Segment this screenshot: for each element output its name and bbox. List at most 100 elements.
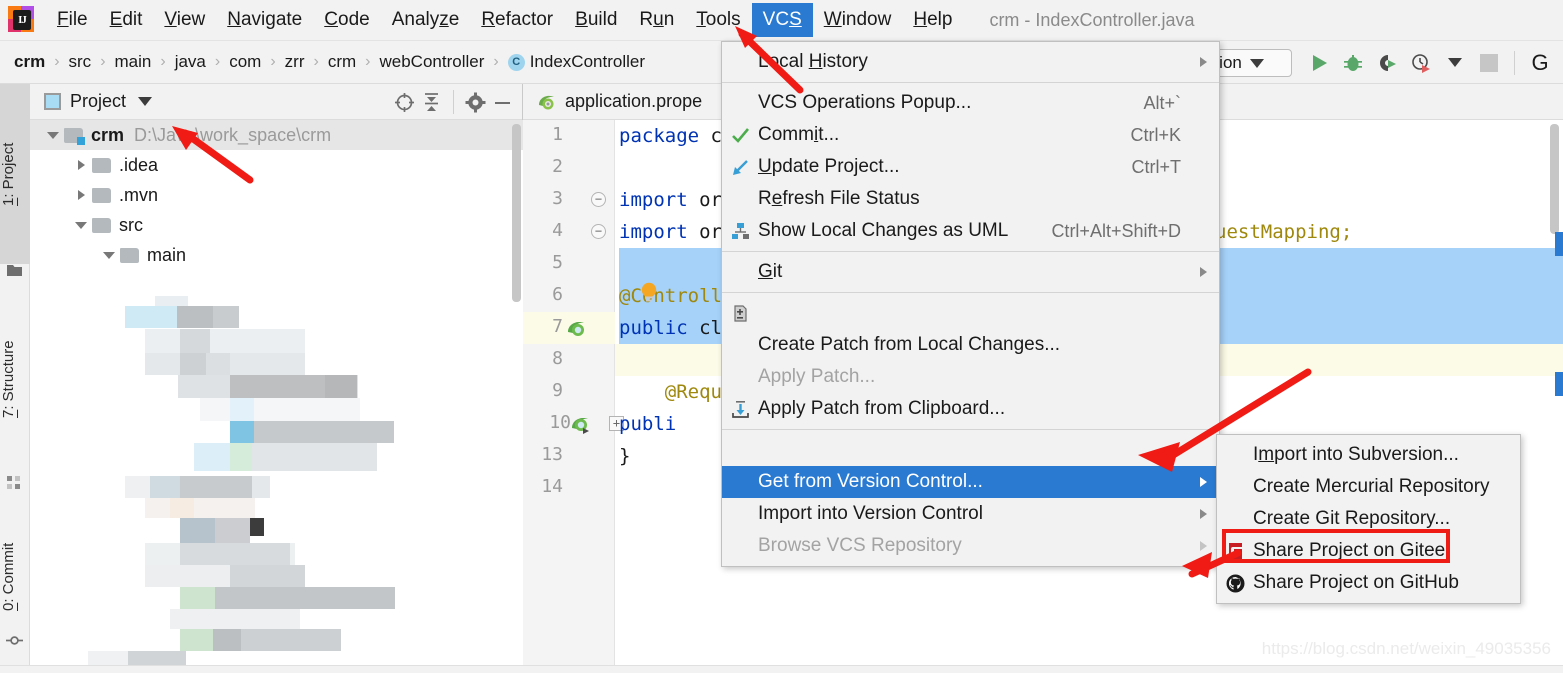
collapse-all-icon[interactable] [418, 89, 445, 116]
import-into-version-control-submenu[interactable]: Import into Subversion... Create Mercuri… [1216, 434, 1521, 604]
menu-item-refresh-file-status[interactable]: Refresh File Status [722, 183, 1219, 215]
menu-item-git[interactable]: Git [722, 256, 1219, 288]
editor-gutter[interactable]: 1 2 3 − 4 − 5 6 7 8 9 10 + 13 14 [523, 120, 624, 673]
editor-tab-label: application.prope [565, 91, 703, 111]
breadcrumb: crm › src › main › java › com › zrr › cr… [0, 52, 645, 72]
menu-item-label: Update Project... [758, 156, 900, 177]
no-icon [1217, 439, 1253, 471]
sidebar-item-structure[interactable]: 7: Structure [0, 284, 30, 474]
menu-build[interactable]: Build [564, 3, 628, 37]
menu-item-import-into-version-control[interactable]: Get from Version Control... [722, 466, 1219, 498]
gitee-icon [1217, 535, 1253, 567]
project-tree-scrollbar[interactable] [512, 124, 521, 302]
project-panel-title: Project [70, 91, 127, 111]
breadcrumb-item-src[interactable]: src [69, 52, 92, 72]
tree-node-main[interactable]: main [30, 240, 523, 270]
menu-help[interactable]: Help [902, 3, 963, 37]
menu-item-get-from-version-control[interactable] [722, 434, 1219, 466]
code-line-3: import or [619, 189, 722, 211]
profiler-dropdown-icon[interactable] [1438, 46, 1472, 80]
menu-item-apply-patch[interactable]: Create Patch from Local Changes... [722, 329, 1219, 361]
breadcrumb-item-webcontroller[interactable]: webController [379, 52, 484, 72]
profiler-button[interactable] [1404, 46, 1438, 80]
menu-refactor[interactable]: Refactor [470, 3, 564, 37]
debug-button[interactable] [1336, 46, 1370, 80]
menu-item-vcs-operations-popup[interactable]: VCS Operations Popup... Alt+` [722, 87, 1219, 119]
breadcrumb-item-crm[interactable]: crm [14, 52, 45, 72]
menu-item-browse-vcs-repository[interactable]: Import into Version Control [722, 498, 1219, 530]
fold-collapse-icon[interactable]: − [591, 224, 606, 239]
no-icon [722, 46, 758, 78]
menu-item-label: Share Project on GitHub [1253, 572, 1459, 593]
method-run-icon[interactable] [571, 415, 590, 434]
menu-item-create-patch-from-local-changes[interactable] [722, 297, 1219, 329]
chevron-right-icon[interactable] [70, 160, 92, 170]
chevron-down-icon[interactable] [98, 251, 120, 259]
chevron-right-icon[interactable] [70, 190, 92, 200]
stop-button[interactable] [1472, 46, 1506, 80]
breadcrumb-separator: › [160, 53, 166, 70]
menu-item-label: Share Project on Gitee [1253, 540, 1446, 561]
select-opened-file-icon[interactable] [391, 89, 418, 116]
class-run-icon[interactable] [567, 319, 586, 338]
folder-icon [120, 247, 139, 263]
menu-item-shortcut: Ctrl+T [1131, 156, 1182, 177]
menu-navigate[interactable]: Navigate [216, 3, 313, 37]
vcs-dropdown-menu[interactable]: Local History VCS Operations Popup... Al… [721, 41, 1220, 567]
menu-tools[interactable]: Tools [685, 3, 751, 37]
breadcrumb-item-indexcontroller[interactable]: IndexController [530, 52, 645, 72]
menu-window[interactable]: Window [813, 3, 903, 37]
tree-node-idea[interactable]: .idea [30, 150, 523, 180]
chevron-down-icon[interactable] [70, 221, 92, 229]
submenu-item-create-mercurial-repository[interactable]: Create Mercurial Repository [1217, 471, 1520, 503]
sidebar-item-project[interactable]: 1: Project [0, 84, 30, 264]
run-with-coverage-button[interactable] [1370, 46, 1404, 80]
menu-file[interactable]: File [46, 3, 99, 37]
chevron-down-icon[interactable] [42, 131, 64, 139]
menu-item-apply-patch-from-clipboard: Apply Patch... [722, 361, 1219, 393]
menu-item-update-project[interactable]: Update Project... Ctrl+T [722, 151, 1219, 183]
menu-edit[interactable]: Edit [99, 3, 154, 37]
menu-bar: IJ File Edit View Navigate Code Analyze … [0, 0, 1563, 41]
submenu-item-share-project-on-gitee[interactable]: Share Project on Gitee [1217, 535, 1520, 567]
no-icon [722, 466, 758, 498]
tree-node-src[interactable]: src [30, 210, 523, 240]
tree-node-crm[interactable]: crm D:\Java\work_space\crm [30, 120, 523, 150]
menu-item-label: Create Mercurial Repository [1253, 476, 1490, 497]
gear-icon[interactable] [462, 89, 489, 116]
breadcrumb-separator: › [493, 53, 499, 70]
menu-item-show-local-changes-as-uml[interactable]: Show Local Changes as UML Ctrl+Alt+Shift… [722, 215, 1219, 247]
tree-node-mvn[interactable]: .mvn [30, 180, 523, 210]
project-tree[interactable]: crm D:\Java\work_space\crm .idea .mvn sr… [30, 120, 523, 673]
menu-item-commit[interactable]: Commit... Ctrl+K [722, 119, 1219, 151]
submenu-item-create-git-repository[interactable]: Create Git Repository... [1217, 503, 1520, 535]
gutter-line: 2 [552, 156, 563, 177]
code-line-1: package c [619, 125, 722, 147]
submenu-item-share-project-on-github[interactable]: Share Project on GitHub [1217, 567, 1520, 599]
tree-node-label: main [147, 244, 187, 265]
menu-run[interactable]: Run [628, 3, 685, 37]
breadcrumb-item-zrr[interactable]: zrr [285, 52, 305, 72]
menu-vcs[interactable]: VCS [751, 3, 813, 37]
github-icon [1217, 567, 1253, 599]
hide-panel-icon[interactable] [489, 89, 516, 116]
fold-collapse-icon[interactable]: − [591, 192, 606, 207]
editor-tab-application-properties[interactable]: application.prope [523, 84, 716, 120]
intention-bulb-icon[interactable] [638, 281, 660, 303]
breadcrumb-item-main[interactable]: main [115, 52, 152, 72]
menu-view[interactable]: View [153, 3, 216, 37]
editor-marker-bar[interactable] [1549, 120, 1563, 673]
search-everywhere-icon[interactable]: G [1523, 46, 1557, 80]
menu-item-label: Local History [758, 51, 868, 72]
breadcrumb-item-java[interactable]: java [175, 52, 206, 72]
chevron-down-icon[interactable] [138, 93, 153, 111]
menu-analyze[interactable]: Analyze [381, 3, 471, 37]
menu-code[interactable]: Code [313, 3, 380, 37]
submenu-item-import-into-subversion[interactable]: Import into Subversion... [1217, 439, 1520, 471]
menu-item-shelve-changes[interactable]: Apply Patch from Clipboard... [722, 393, 1219, 425]
menu-item-local-history[interactable]: Local History [722, 46, 1219, 78]
breadcrumb-item-crm2[interactable]: crm [328, 52, 356, 72]
breadcrumb-item-com[interactable]: com [229, 52, 261, 72]
menu-separator [722, 251, 1219, 252]
run-button[interactable] [1302, 46, 1336, 80]
